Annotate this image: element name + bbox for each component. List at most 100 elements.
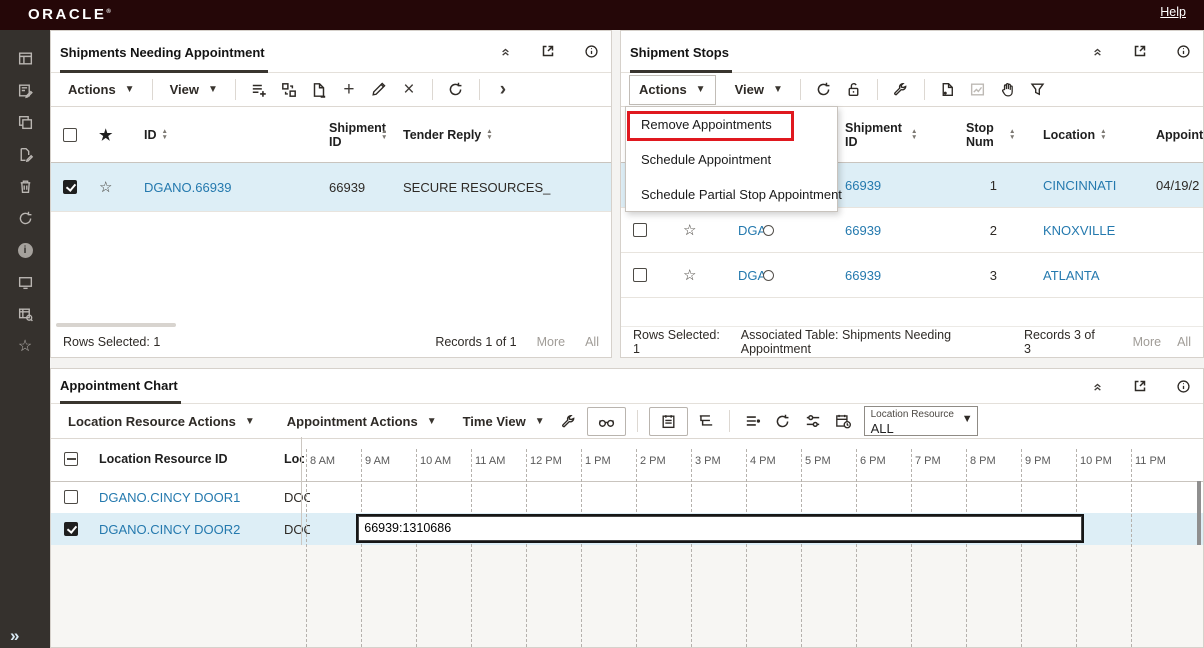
refresh-icon[interactable] xyxy=(0,202,50,234)
select-all-checkbox[interactable] xyxy=(64,452,78,466)
column-header-appointment[interactable]: Appointment xyxy=(1156,107,1203,162)
edit-icon[interactable] xyxy=(364,81,394,98)
info-icon[interactable] xyxy=(1176,44,1191,59)
location-link[interactable]: CINCINNATI xyxy=(1043,178,1116,193)
location-resource-actions-button[interactable]: Location Resource Actions▼ xyxy=(59,414,264,429)
column-header-shipment-id[interactable]: Shipment ID xyxy=(329,107,375,162)
info-icon[interactable]: i xyxy=(0,234,50,266)
stop-id-link[interactable]: DGANO xyxy=(738,223,764,238)
glasses-icon[interactable] xyxy=(587,407,626,436)
sort-icon[interactable]: ▲▼ xyxy=(162,129,168,140)
sort-icon[interactable]: ▲▼ xyxy=(381,129,387,140)
document-icon[interactable] xyxy=(933,81,963,98)
table-search-icon[interactable] xyxy=(0,298,50,330)
add-row-icon[interactable] xyxy=(244,81,274,99)
document-edit-icon[interactable] xyxy=(0,138,50,170)
resource-id-link[interactable]: DGANO.CINCY DOOR1 xyxy=(99,490,240,505)
collapse-icon[interactable] xyxy=(499,45,512,58)
favorite-star-icon[interactable]: ☆ xyxy=(683,266,696,284)
resource-row[interactable]: DGANO.CINCY DOOR1 DOOR xyxy=(51,481,1203,514)
sort-icon[interactable]: ▲▼ xyxy=(1100,129,1106,140)
view-menu-button[interactable]: View▼ xyxy=(161,82,227,97)
actions-menu-button[interactable]: Actions▼ xyxy=(629,75,716,105)
filter-icon[interactable] xyxy=(1023,81,1053,98)
stop-id-link[interactable]: DGANO xyxy=(738,268,764,283)
view-menu-button[interactable]: View▼ xyxy=(726,82,792,97)
column-header-location[interactable]: Location▲▼ xyxy=(1043,107,1107,162)
sidebar-expand-button[interactable]: » xyxy=(10,626,17,646)
collapse-icon[interactable] xyxy=(1091,380,1104,393)
select-all-checkbox[interactable] xyxy=(63,128,77,142)
column-header-shipment-id[interactable]: Shipment ID xyxy=(845,107,907,162)
vertical-scrollbar[interactable] xyxy=(1197,481,1201,545)
favorite-star-icon[interactable]: ☆ xyxy=(683,221,696,239)
row-checkbox[interactable] xyxy=(633,268,647,282)
open-window-icon[interactable] xyxy=(1132,43,1148,59)
shipment-id-link[interactable]: 66939 xyxy=(845,223,881,238)
shipment-id-link[interactable]: DGANO.66939 xyxy=(144,180,231,195)
info-icon[interactable] xyxy=(584,44,599,59)
form-edit-icon[interactable] xyxy=(0,74,50,106)
more-button[interactable]: More xyxy=(537,335,565,349)
menu-item-schedule-appointment[interactable]: Schedule Appointment xyxy=(626,142,837,177)
menu-item-remove-appointments[interactable]: Remove Appointments xyxy=(626,107,837,142)
help-link[interactable]: Help xyxy=(1160,5,1186,19)
appointment-bar[interactable]: 66939:1310686 xyxy=(358,516,1081,541)
info-icon[interactable] xyxy=(1176,379,1191,394)
resource-id-link[interactable]: DGANO.CINCY DOOR2 xyxy=(99,522,240,537)
calendar-icon[interactable] xyxy=(649,407,688,436)
column-header-id[interactable]: ID▲▼ xyxy=(144,107,168,162)
rows-icon[interactable] xyxy=(738,412,768,430)
row-checkbox[interactable] xyxy=(64,522,78,536)
open-window-icon[interactable] xyxy=(1132,378,1148,394)
table-row[interactable]: ☆ DGANO.66939 66939 SECURE RESOURCES_ xyxy=(51,163,611,212)
horizontal-scrollbar[interactable] xyxy=(56,323,176,327)
column-header-stop-num[interactable]: Stop Num xyxy=(966,107,1002,162)
row-checkbox[interactable] xyxy=(633,223,647,237)
all-button[interactable]: All xyxy=(1177,335,1191,349)
more-button[interactable]: More xyxy=(1133,335,1161,349)
hierarchy-icon[interactable] xyxy=(691,412,721,430)
wrench-icon[interactable] xyxy=(554,413,584,430)
location-link[interactable]: ATLANTA xyxy=(1043,268,1100,283)
add-icon[interactable]: + xyxy=(334,80,364,99)
location-resource-select[interactable]: Location Resource ALL ▼ xyxy=(864,406,978,436)
all-button[interactable]: All xyxy=(585,335,599,349)
monitor-icon[interactable] xyxy=(0,266,50,298)
refresh-icon[interactable] xyxy=(809,81,839,98)
calendar-clock-icon[interactable] xyxy=(828,412,858,430)
copy-icon[interactable] xyxy=(0,106,50,138)
time-view-button[interactable]: Time View▼ xyxy=(454,414,554,429)
favorite-star-icon[interactable]: ☆ xyxy=(99,178,112,196)
menu-item-schedule-partial-stop-appointment[interactable]: Schedule Partial Stop Appointment xyxy=(626,177,837,212)
list-settings-icon[interactable] xyxy=(798,412,828,430)
sort-icon[interactable]: ▲▼ xyxy=(486,129,492,140)
row-checkbox[interactable] xyxy=(63,180,77,194)
favorites-icon[interactable]: ☆ xyxy=(0,330,50,362)
open-window-icon[interactable] xyxy=(540,43,556,59)
shipment-id-link[interactable]: 66939 xyxy=(845,178,881,193)
delete-icon[interactable]: × xyxy=(394,80,424,99)
unlock-icon[interactable] xyxy=(839,81,869,98)
collapse-icon[interactable] xyxy=(1091,45,1104,58)
trash-icon[interactable] xyxy=(0,170,50,202)
row-checkbox[interactable] xyxy=(64,490,78,504)
refresh-icon[interactable] xyxy=(768,413,798,430)
sort-icon[interactable]: ▲▼ xyxy=(1009,129,1015,140)
refresh-icon[interactable] xyxy=(441,81,471,98)
table-row[interactable]: ☆ DGANO 66939 2 KNOXVILLE xyxy=(621,208,1203,253)
actions-menu-button[interactable]: Actions▼ xyxy=(59,82,144,97)
location-link[interactable]: KNOXVILLE xyxy=(1043,223,1115,238)
appointment-actions-button[interactable]: Appointment Actions▼ xyxy=(278,414,446,429)
column-header-location-resource-id[interactable]: Location Resource ID xyxy=(99,437,228,481)
workspace-icon[interactable] xyxy=(0,42,50,74)
document-remove-icon[interactable] xyxy=(304,81,334,99)
transfer-icon[interactable] xyxy=(274,81,304,99)
shipment-id-link[interactable]: 66939 xyxy=(845,268,881,283)
column-header-tender-reply[interactable]: Tender Reply▲▼ xyxy=(403,107,493,162)
sort-icon[interactable]: ▲▼ xyxy=(911,129,917,140)
hand-icon[interactable] xyxy=(993,81,1023,98)
table-row[interactable]: ☆ DGANO 66939 3 ATLANTA xyxy=(621,253,1203,298)
more-chevron-icon[interactable]: › xyxy=(488,80,518,99)
wrench-icon[interactable] xyxy=(886,81,916,98)
